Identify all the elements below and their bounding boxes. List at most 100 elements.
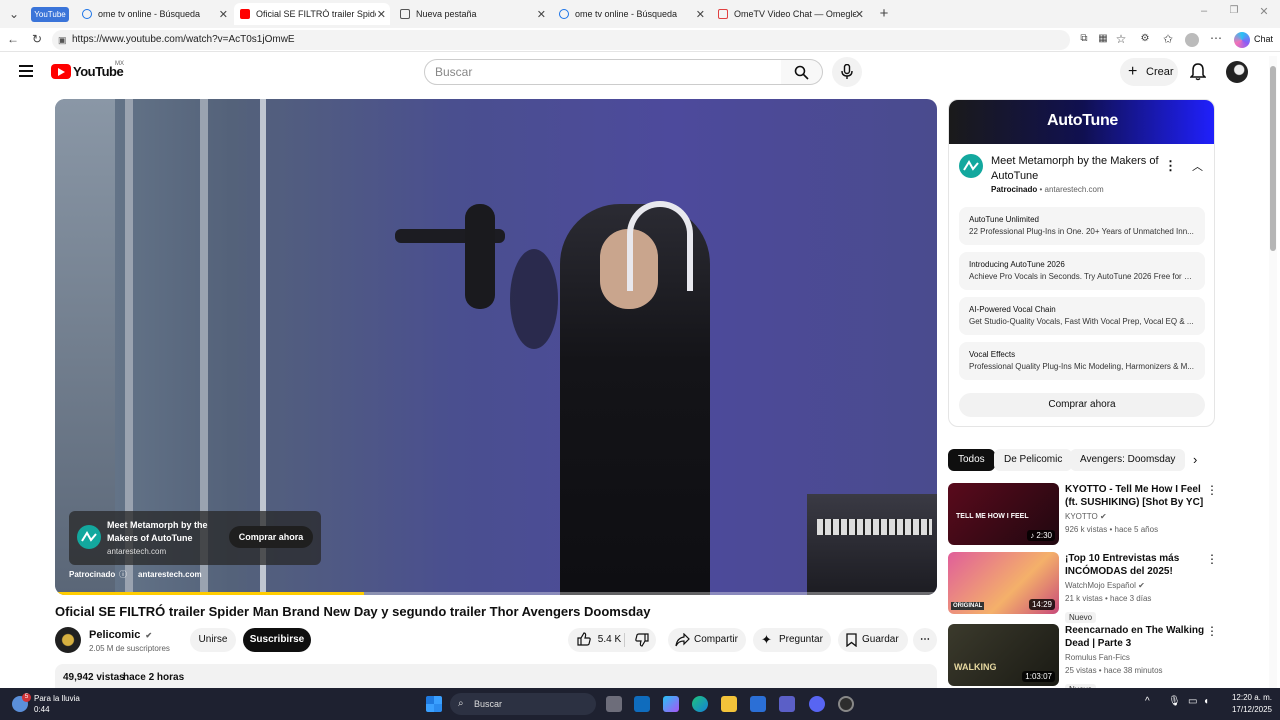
channel-avatar[interactable]	[55, 627, 81, 653]
volume-icon[interactable]: ◖	[1203, 696, 1209, 707]
recommendation-menu-icon[interactable]: ⋮	[1206, 483, 1218, 497]
recommendation-item[interactable]: TELL ME HOW I FEEL ♪ 2:30 KYOTTO - Tell …	[948, 483, 1268, 547]
ad-title[interactable]: Meet Metamorph by the Makers of AutoTune	[991, 154, 1161, 184]
youtube-logo[interactable]: YouTube MX	[51, 61, 124, 81]
favorite-star-icon[interactable]: ☆	[1113, 32, 1129, 46]
ad-shop-now-button[interactable]: Comprar ahora	[959, 393, 1205, 417]
copilot-icon[interactable]	[1234, 32, 1250, 48]
extensions-icon[interactable]: ⚙	[1137, 33, 1153, 44]
recommendation-menu-icon[interactable]: ⋮	[1206, 624, 1218, 638]
profile-icon[interactable]	[1185, 33, 1199, 47]
microphone-tray-icon[interactable]: 🎙	[1168, 696, 1181, 707]
video-thumbnail[interactable]: WALKING 1:03:07	[948, 624, 1059, 686]
app-icon[interactable]	[838, 696, 854, 712]
save-button[interactable]: Guardar	[838, 628, 908, 652]
tab-ometv[interactable]: OmeTV Video Chat — Omegle Ra ✕	[712, 3, 868, 25]
translate-icon[interactable]: ⧉	[1076, 33, 1092, 44]
restore-icon[interactable]: ❐	[1226, 5, 1242, 16]
close-window-icon[interactable]: ✕	[1256, 5, 1272, 18]
outlook-icon[interactable]	[634, 696, 650, 712]
chat-label[interactable]: Chat	[1254, 34, 1273, 44]
join-button[interactable]: Unirse	[190, 628, 236, 652]
overlay-ad-card[interactable]: Meet Metamorph by the Makers of AutoTune…	[69, 511, 321, 565]
network-icon[interactable]: ▭	[1188, 696, 1197, 707]
recommendation-item[interactable]: ORIGINAL 14:29 ¡Top 10 Entrevistas más I…	[948, 552, 1268, 623]
recommendation-item[interactable]: WALKING 1:03:07 Reencarnado en The Walki…	[948, 624, 1268, 695]
page-scrollbar[interactable]	[1269, 56, 1277, 688]
close-icon[interactable]: ✕	[377, 8, 386, 21]
clock-date[interactable]: 17/12/2025	[1224, 705, 1272, 714]
recommendation-menu-icon[interactable]: ⋮	[1206, 552, 1218, 566]
like-button[interactable]: 5.4 K	[577, 628, 621, 652]
tab-search-2[interactable]: ome tv online - Búsqueda ✕	[553, 3, 709, 25]
more-icon[interactable]: ⋯	[1208, 31, 1224, 45]
notifications-bell-icon[interactable]	[1190, 63, 1206, 81]
weather-title[interactable]: Para la lluvia	[34, 694, 80, 703]
reload-icon[interactable]: ↻	[29, 32, 45, 46]
overlay-shop-now-button[interactable]: Comprar ahora	[229, 526, 313, 548]
sponsored-ad-panel[interactable]: AutoTune Meet Metamorph by the Makers of…	[948, 99, 1215, 427]
tab-list-chevron-icon[interactable]: ⌄	[6, 7, 22, 21]
ad-sitelink[interactable]: Vocal Effects Professional Quality Plug-…	[959, 342, 1205, 380]
tab-youtube-video[interactable]: Oficial SE FILTRÓ trailer Spider Ma ✕	[234, 3, 390, 25]
thumbs-down-icon[interactable]	[635, 633, 649, 647]
close-icon[interactable]: ✕	[537, 8, 546, 21]
url-field[interactable]: ▣ https://www.youtube.com/watch?v=AcT0s1…	[52, 30, 1070, 50]
tab-search-1[interactable]: ome tv online - Búsqueda ✕	[76, 3, 232, 25]
ad-menu-kebab-icon[interactable]: ⋮	[1164, 158, 1177, 174]
chip-from-channel[interactable]: De Pelicomic	[994, 449, 1073, 471]
video-thumbnail[interactable]: TELL ME HOW I FEEL ♪ 2:30	[948, 483, 1059, 545]
search-input[interactable]: Buscar	[424, 59, 782, 85]
share-button[interactable]: Compartir	[668, 628, 746, 652]
ad-sitelink[interactable]: Introducing AutoTune 2026 Achieve Pro Vo…	[959, 252, 1205, 290]
verified-icon: ✔	[145, 631, 153, 640]
account-avatar[interactable]	[1226, 61, 1248, 83]
reader-icon[interactable]: ▦	[1095, 33, 1111, 44]
more-actions-button[interactable]: ⋯	[913, 628, 937, 652]
subscribe-button[interactable]: Suscribirse	[243, 628, 311, 652]
taskbar-search-box[interactable]: ⌕ Buscar	[450, 693, 596, 715]
sponsored-domain[interactable]: antarestech.com	[138, 570, 202, 579]
store-icon[interactable]	[750, 696, 766, 712]
back-icon[interactable]: ←	[5, 32, 21, 46]
ad-sitelink[interactable]: AutoTune Unlimited 22 Professional Plug-…	[959, 207, 1205, 245]
file-explorer-icon[interactable]	[721, 696, 737, 712]
video-player[interactable]: Meet Metamorph by the Makers of AutoTune…	[55, 99, 937, 595]
video-thumbnail[interactable]: ORIGINAL 14:29	[948, 552, 1059, 614]
video-progress-bar[interactable]	[55, 592, 937, 595]
description-box[interactable]: 49,942 vistas hace 2 horas	[55, 664, 937, 688]
chip-all[interactable]: Todos	[948, 449, 995, 471]
favorites-icon[interactable]: ✩	[1160, 32, 1176, 46]
collapse-chevron-icon[interactable]: ︿	[1192, 158, 1203, 174]
minimize-icon[interactable]: –	[1196, 5, 1212, 17]
chips-next-chevron-icon[interactable]: ›	[1193, 452, 1197, 467]
ask-button[interactable]: ✦ Preguntar	[753, 628, 831, 652]
info-icon[interactable]: ⓘ	[119, 569, 127, 580]
voice-search-button[interactable]	[832, 57, 862, 87]
new-badge: Nuevo	[1065, 607, 1097, 625]
create-button[interactable]: + Crear	[1120, 58, 1178, 86]
discord-icon[interactable]	[809, 696, 825, 712]
tab-group-youtube[interactable]: YouTube	[31, 7, 69, 22]
clock-time[interactable]: 12:20 a. m.	[1224, 693, 1272, 702]
ad-sitelink[interactable]: AI-Powered Vocal Chain Get Studio-Qualit…	[959, 297, 1205, 335]
close-icon[interactable]: ✕	[855, 8, 864, 21]
teams-icon[interactable]	[779, 696, 795, 712]
scrollbar-thumb[interactable]	[1270, 66, 1276, 251]
plus-icon: +	[1128, 63, 1138, 80]
copilot-app-icon[interactable]	[663, 696, 679, 712]
close-icon[interactable]: ✕	[696, 8, 705, 21]
new-tab-plus-icon[interactable]: +	[876, 5, 892, 22]
search-button[interactable]	[781, 59, 823, 85]
ad-banner[interactable]: AutoTune	[949, 100, 1214, 144]
site-info-icon[interactable]: ▣	[58, 30, 67, 50]
edge-icon[interactable]	[692, 696, 708, 712]
chip-avengers[interactable]: Avengers: Doomsday	[1070, 449, 1186, 471]
task-view-icon[interactable]	[606, 696, 622, 712]
start-windows-icon[interactable]	[426, 696, 442, 712]
close-icon[interactable]: ✕	[219, 8, 228, 21]
channel-name-row[interactable]: Pelicomic ✔	[89, 629, 152, 641]
tray-chevron-icon[interactable]: ^	[1145, 696, 1150, 707]
tab-new-tab[interactable]: Nueva pestaña ✕	[394, 3, 550, 25]
menu-icon[interactable]	[19, 65, 33, 77]
